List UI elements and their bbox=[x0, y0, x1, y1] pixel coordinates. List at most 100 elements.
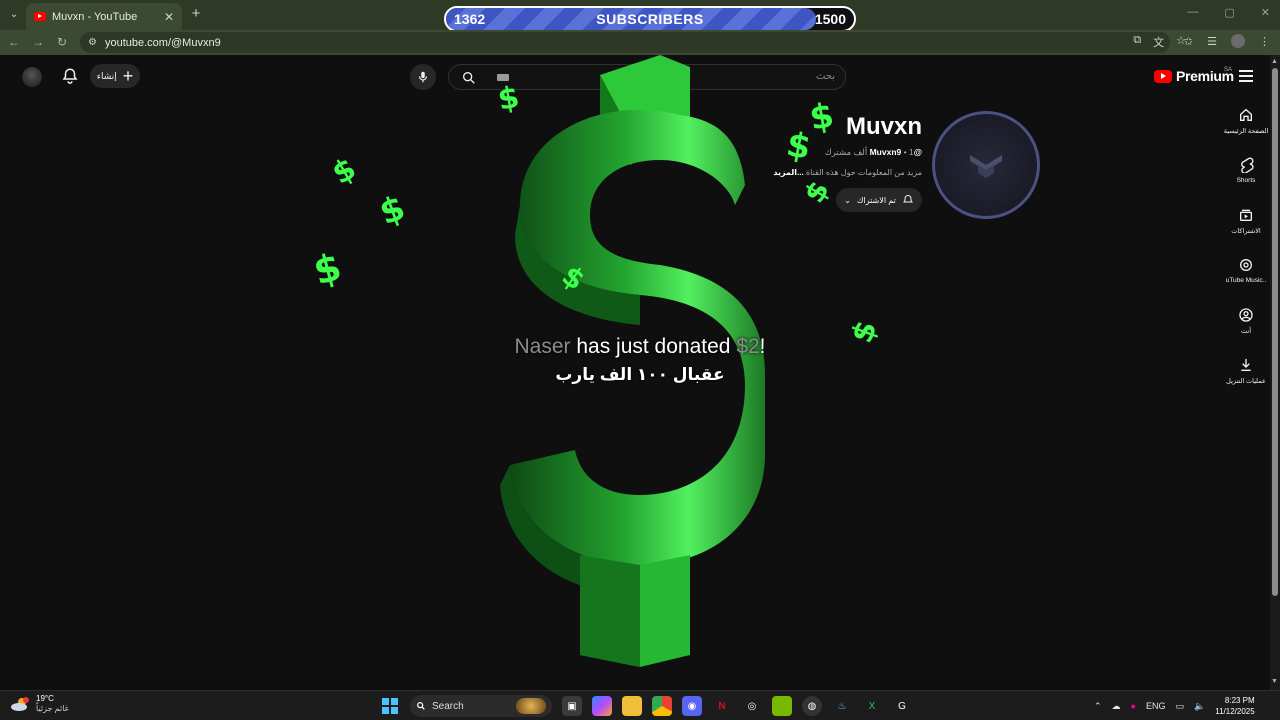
notifications-bell-icon[interactable] bbox=[61, 67, 79, 85]
youtube-page: إنشاء + بحث Premium SA الصفحة الرئيسية S… bbox=[0, 55, 1270, 690]
address-bar[interactable]: ⚙ youtube.com/@Muvxn9 bbox=[80, 32, 1170, 53]
clock-date: 11/12/2025 bbox=[1215, 707, 1255, 716]
steelseries-icon[interactable]: ◍ bbox=[802, 696, 822, 716]
minimize-icon[interactable]: — bbox=[1187, 6, 1198, 19]
guide-item-you[interactable]: أنت bbox=[1222, 307, 1270, 351]
url-text[interactable]: youtube.com/@Muvxn9 bbox=[105, 37, 221, 49]
translate-icon[interactable]: 文 bbox=[1153, 34, 1164, 50]
obs-icon[interactable]: ◎ bbox=[742, 696, 762, 716]
weather-temperature: 19°C bbox=[36, 694, 54, 703]
browser-menu-icon[interactable]: ⋮ bbox=[1259, 35, 1270, 48]
download-icon bbox=[1241, 359, 1251, 371]
create-button[interactable]: إنشاء + bbox=[90, 64, 140, 88]
windows-taskbar: 19°C غائم جزئياً Search ▣ ◉ N ◎ ◍ ♨ X G … bbox=[0, 690, 1280, 720]
hamburger-menu-icon[interactable] bbox=[1239, 70, 1253, 82]
channel-description[interactable]: مزيد من المعلومات حول هذه القناة ...المز… bbox=[750, 168, 922, 177]
system-tray: ⌃ ☁ ● ENG ▭ 🔈 8:23 PM 11/12/2025 bbox=[1094, 694, 1255, 718]
new-tab-icon[interactable]: + bbox=[188, 6, 204, 22]
guide-item-subscriptions[interactable]: الاشتراكات bbox=[1222, 207, 1270, 251]
voice-search-button[interactable] bbox=[410, 64, 436, 90]
tab-close-icon[interactable]: ✕ bbox=[164, 10, 174, 24]
forward-icon[interactable]: → bbox=[30, 34, 46, 50]
clock[interactable]: 8:23 PM 11/12/2025 bbox=[1215, 695, 1254, 717]
cast-icon[interactable]: ⧉ bbox=[1133, 34, 1141, 50]
guide-item-home[interactable]: الصفحة الرئيسية bbox=[1222, 107, 1270, 151]
search-icon[interactable] bbox=[461, 70, 477, 86]
guide-item-downloads[interactable]: عمليات التنزيل bbox=[1222, 357, 1270, 401]
task-view-icon[interactable]: ▣ bbox=[562, 696, 582, 716]
reading-list-icon[interactable]: ☰ bbox=[1207, 35, 1217, 48]
tab-search-chevron-icon[interactable]: ⌄ bbox=[6, 6, 22, 22]
browser-profile-avatar[interactable] bbox=[1231, 34, 1245, 48]
reload-icon[interactable]: ↻ bbox=[54, 34, 70, 50]
youtube-logo-icon bbox=[1154, 69, 1172, 83]
microphone-tray-icon[interactable]: ● bbox=[1131, 701, 1136, 711]
small-dollar-signs-icon: $ $ $ $ $ $ $ $ $ bbox=[309, 80, 885, 348]
goal-label: SUBSCRIBERS bbox=[596, 11, 704, 27]
windows-start-icon[interactable] bbox=[380, 696, 400, 716]
nvidia-icon[interactable] bbox=[772, 696, 792, 716]
account-avatar[interactable] bbox=[22, 67, 42, 87]
subscriber-goal-bar: 1362 SUBSCRIBERS 1500 bbox=[444, 6, 856, 32]
maximize-icon[interactable]: ▢ bbox=[1224, 6, 1234, 19]
channel-description-text: مزيد من المعلومات حول هذه القناة bbox=[805, 168, 922, 177]
subscriptions-icon bbox=[1240, 209, 1252, 221]
chrome-icon[interactable] bbox=[652, 696, 672, 716]
clock-time: 8:23 PM bbox=[1224, 696, 1255, 705]
donor-name: Naser bbox=[514, 335, 571, 358]
taskbar-apps: Search ▣ ◉ N ◎ ◍ ♨ X G bbox=[380, 694, 912, 718]
big-dollar-sign-icon bbox=[500, 55, 765, 667]
channel-avatar[interactable] bbox=[932, 111, 1040, 219]
guide-label: uTube Music.. bbox=[1225, 277, 1267, 284]
channel-meta: @Muvxn9 • 1 ألف مشترك bbox=[770, 147, 922, 158]
favorites-icon[interactable]: ✩ bbox=[1184, 35, 1193, 48]
scroll-up-arrow-icon[interactable]: ▲ bbox=[1271, 58, 1278, 65]
channel-name: Muvxn bbox=[845, 113, 922, 140]
channel-more-link[interactable]: ...المزيد bbox=[773, 168, 803, 177]
copilot-icon[interactable] bbox=[592, 696, 612, 716]
show-hidden-icons-icon[interactable]: ⌃ bbox=[1094, 701, 1102, 712]
discord-icon[interactable]: ◉ bbox=[682, 696, 702, 716]
music-icon bbox=[1240, 259, 1252, 271]
scrollbar-thumb[interactable] bbox=[1272, 68, 1278, 596]
channel-handle: @Muvxn9 bbox=[869, 147, 922, 157]
donation-phrase: has just donated bbox=[570, 335, 737, 358]
taskbar-search-label: Search bbox=[432, 700, 464, 712]
browser-toolbar: ← → ↻ ⚙ youtube.com/@Muvxn9 ⧉ 文 ☆ ✩ ☰ ⋮ bbox=[0, 30, 1280, 55]
site-info-icon[interactable]: ⚙ bbox=[88, 37, 97, 48]
browser-tab-active[interactable]: Muvxn - YouTube ✕ bbox=[26, 3, 182, 30]
plus-icon: + bbox=[122, 66, 134, 86]
excel-icon[interactable]: X bbox=[862, 696, 882, 716]
guide-label: أنت bbox=[1241, 328, 1251, 335]
weather-widget[interactable]: 19°C غائم جزئياً bbox=[10, 694, 69, 714]
logitech-icon[interactable]: G bbox=[892, 696, 912, 716]
scroll-down-arrow-icon[interactable]: ▼ bbox=[1271, 678, 1278, 685]
netflix-icon[interactable]: N bbox=[712, 696, 732, 716]
guide-item-youtube-music[interactable]: uTube Music.. bbox=[1222, 257, 1270, 301]
onedrive-icon[interactable]: ☁ bbox=[1112, 701, 1121, 712]
search-input[interactable]: بحث bbox=[448, 64, 846, 90]
language-indicator[interactable]: ENG bbox=[1146, 701, 1166, 711]
taskbar-search[interactable]: Search bbox=[410, 695, 552, 717]
back-icon[interactable]: ← bbox=[6, 34, 22, 50]
you-icon bbox=[1239, 308, 1253, 322]
file-explorer-icon[interactable] bbox=[622, 696, 642, 716]
subscribed-button[interactable]: تم الاشتراك ⌄ bbox=[836, 188, 922, 212]
close-window-icon[interactable]: ✕ bbox=[1261, 6, 1270, 19]
browser-tab-strip: ⌄ Muvxn - YouTube ✕ + 1362 SUBSCRIBERS 1… bbox=[0, 0, 1280, 32]
search-icon bbox=[417, 702, 425, 710]
guide-item-shorts[interactable]: Shorts bbox=[1222, 157, 1270, 201]
steam-icon[interactable]: ♨ bbox=[832, 696, 852, 716]
guide-label: الاشتراكات bbox=[1231, 228, 1261, 235]
shorts-icon bbox=[1241, 157, 1254, 173]
window-controls: — ▢ ✕ bbox=[1187, 6, 1270, 19]
network-icon[interactable]: ▭ bbox=[1176, 701, 1185, 712]
donation-amount: $2 bbox=[736, 335, 760, 358]
svg-text:$: $ bbox=[374, 188, 410, 234]
omnibox-actions: ⧉ 文 ☆ bbox=[1133, 34, 1186, 50]
svg-text:$: $ bbox=[556, 259, 591, 297]
volume-icon[interactable]: 🔈 bbox=[1194, 701, 1205, 712]
keyboard-icon[interactable] bbox=[497, 74, 509, 81]
svg-text:$: $ bbox=[309, 244, 346, 293]
youtube-premium-logo[interactable]: Premium bbox=[1154, 68, 1234, 84]
